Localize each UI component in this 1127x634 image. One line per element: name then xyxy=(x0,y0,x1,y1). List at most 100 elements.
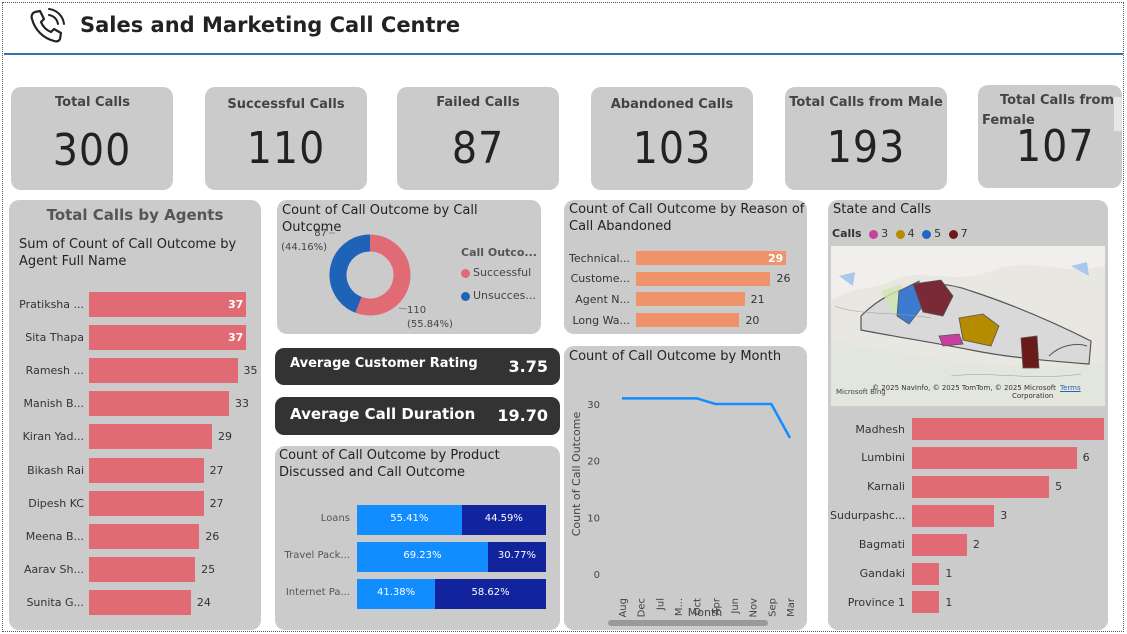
chart-title: Count of Call Outcome by Reason of Call … xyxy=(569,202,805,234)
legend-item-successful[interactable]: Successful xyxy=(461,266,531,279)
bar[interactable] xyxy=(89,523,200,549)
x-tick-label: Nov xyxy=(749,598,760,618)
card-average-call-duration[interactable]: Average Call Duration 19.70 xyxy=(275,397,560,435)
kpi-card-total-calls[interactable]: Total Calls 300 xyxy=(11,87,173,190)
legend-dot xyxy=(869,229,879,239)
legend-label: Successful xyxy=(473,266,532,279)
header-divider xyxy=(4,53,1123,55)
y-tick-label: 0 xyxy=(594,570,600,581)
bar[interactable] xyxy=(912,446,1077,469)
donut-slice[interactable] xyxy=(329,234,371,313)
bar-value-label: 24 xyxy=(196,595,211,609)
bar-value-label: 29 xyxy=(768,251,784,265)
bar[interactable] xyxy=(636,313,740,328)
bar-value-label: 37 xyxy=(228,331,244,345)
bar[interactable] xyxy=(89,556,196,582)
kpi-label: Total Calls xyxy=(55,95,131,110)
legend-title: Call Outco... xyxy=(461,246,537,259)
legend-label: Unsucces... xyxy=(473,289,536,302)
bar-value-label: 26 xyxy=(205,529,220,543)
map-credit: © 2025 NavInfo, © 2025 TomTom, © 2025 Mi… xyxy=(872,384,1056,392)
bar-category-label: Meena B... xyxy=(25,529,84,543)
card-value: 19.70 xyxy=(497,406,548,425)
legend-item[interactable]: 4 xyxy=(895,227,915,240)
card-average-customer-rating[interactable]: Average Customer Rating 3.75 xyxy=(275,348,560,385)
y-tick-label: 10 xyxy=(587,513,600,524)
legend-dot xyxy=(948,229,958,239)
card-value: 3.75 xyxy=(508,357,548,376)
x-tick-label: Dec xyxy=(637,598,648,617)
chart-subtitle: Sum of Count of Call Outcome by Agent Fu… xyxy=(19,237,237,269)
bar-value-label: 6 xyxy=(1082,451,1090,465)
kpi-card-successful-calls[interactable]: Successful Calls 110 xyxy=(205,87,367,190)
chart-title: Count of Call Outcome by Product Discuss… xyxy=(279,448,500,480)
kpi-value: 110 xyxy=(246,123,326,174)
month-line-chart: 3020100Aug Dec Jul M... Oct Apr Jun Nov Sep MarMo… xyxy=(570,397,797,619)
x-tick-label: Aug xyxy=(618,598,629,618)
map-legend: Calls 3 4 5 7 xyxy=(832,227,968,240)
y-tick-label: 30 xyxy=(587,400,600,411)
bar[interactable] xyxy=(636,271,771,286)
legend-label: 3 xyxy=(881,227,889,240)
bar-value-label: 21 xyxy=(750,292,765,306)
panel-agents: Total Calls by Agents Sum of Count of Ca… xyxy=(9,200,261,630)
chart-title: State and Calls xyxy=(833,202,932,217)
legend-label: 5 xyxy=(934,227,942,240)
bar-value-label: 20 xyxy=(745,313,760,327)
bar-category-label: Long Wa... xyxy=(572,313,630,327)
bar[interactable] xyxy=(89,457,204,483)
bar-value-label: 55.41% xyxy=(390,513,429,524)
donut-slice[interactable] xyxy=(355,234,411,316)
legend-item[interactable]: 7 xyxy=(948,227,968,240)
bar-category-label: Agent N... xyxy=(575,292,630,306)
x-axis-title: Month xyxy=(688,606,723,619)
legend-item-unsuccessful[interactable]: Unsucces... xyxy=(461,289,536,302)
bar[interactable] xyxy=(89,358,238,384)
horizontal-scrollbar[interactable] xyxy=(608,620,768,626)
legend-dot xyxy=(895,229,905,239)
bar-value-label: 29 xyxy=(218,430,233,444)
kpi-card-failed-calls[interactable]: Failed Calls 87 xyxy=(397,87,559,190)
bar-value-label: 3 xyxy=(1000,509,1008,523)
bar-value-label: 25 xyxy=(201,562,216,576)
bar[interactable] xyxy=(912,475,1050,498)
bar[interactable] xyxy=(636,251,786,265)
y-tick-label: 20 xyxy=(587,457,600,468)
panel-state: State and Calls Calls 3 4 5 7 Microsoft … xyxy=(828,200,1108,630)
x-tick-label: Mar xyxy=(786,597,797,617)
bar[interactable] xyxy=(89,391,230,417)
kpi-card-total-calls-male[interactable]: Total Calls from Male 193 xyxy=(785,87,947,190)
bar-value-label: 2 xyxy=(972,538,980,552)
legend-item[interactable]: 3 xyxy=(869,227,888,240)
bar-value-label: 1 xyxy=(945,595,953,609)
bar[interactable] xyxy=(89,490,204,516)
kpi-card-total-calls-female[interactable]: Total Calls from Female 107 xyxy=(978,85,1122,188)
map-credit-corp: Corporation xyxy=(1012,392,1054,400)
bar[interactable] xyxy=(636,292,745,307)
bar[interactable] xyxy=(89,589,191,615)
bar[interactable] xyxy=(89,292,246,317)
bar[interactable] xyxy=(89,325,246,351)
y-axis-title: Count of Call Outcome xyxy=(570,412,583,537)
leader-line xyxy=(398,307,408,310)
kpi-label: Total Calls from xyxy=(999,93,1115,108)
bar-value-label: 30.77% xyxy=(497,550,536,561)
donut-data-label: (55.84%) xyxy=(407,319,453,330)
series-line[interactable] xyxy=(622,397,792,439)
bar[interactable] xyxy=(912,533,967,556)
bar-category-label: Sunita G... xyxy=(26,595,84,609)
kpi-label: Successful Calls xyxy=(227,97,345,112)
scrollbar[interactable] xyxy=(1114,97,1122,131)
bar[interactable] xyxy=(89,424,213,450)
legend-item[interactable]: 5 xyxy=(922,227,941,240)
bar-category-label: Aarav Sh... xyxy=(24,562,84,576)
nepal-map[interactable] xyxy=(831,246,1105,406)
map-terms-link[interactable]: Terms xyxy=(1060,384,1081,392)
bar[interactable] xyxy=(912,591,940,614)
bar[interactable] xyxy=(912,504,995,527)
bar[interactable] xyxy=(912,562,940,585)
kpi-card-abandoned-calls[interactable]: Abandoned Calls 103 xyxy=(591,87,753,190)
bar-value-label: 5 xyxy=(1055,480,1063,494)
bar[interactable] xyxy=(912,418,1104,440)
card-label: Average Call Duration xyxy=(290,405,476,423)
